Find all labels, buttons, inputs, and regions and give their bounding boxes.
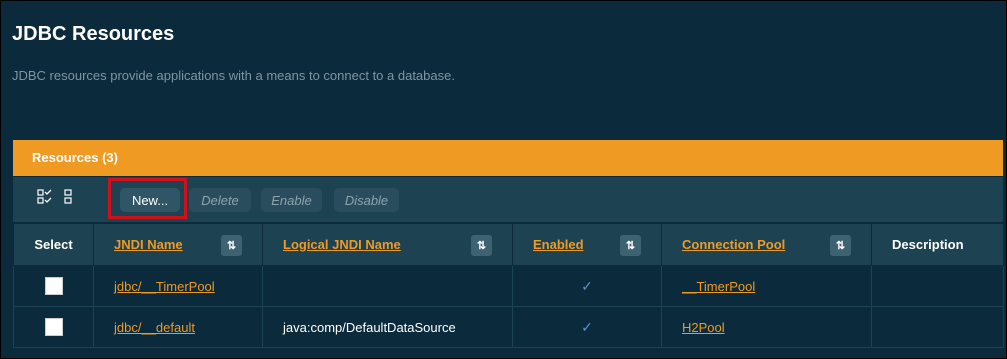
column-header-select: Select — [13, 223, 94, 266]
sort-icon[interactable]: ⇅ — [830, 235, 851, 256]
enabled-check-icon: ✓ — [581, 318, 593, 335]
resources-table: Select JNDI Name ⇅ Logical JNDI Name ⇅ E… — [13, 223, 1004, 348]
deselect-all-icon[interactable] — [61, 189, 77, 205]
sort-link-enabled[interactable]: Enabled — [533, 237, 584, 252]
resources-panel-title: Resources (3) — [32, 150, 118, 165]
column-header-logical-jndi-name[interactable]: Logical JNDI Name ⇅ — [262, 223, 513, 266]
table-toolbar: New... Delete Enable Disable — [13, 177, 1003, 222]
enabled-cell: ✓ — [512, 265, 662, 307]
page-description: JDBC resources provide applications with… — [12, 68, 455, 83]
page-title: JDBC Resources — [12, 23, 175, 45]
sort-icon[interactable]: ⇅ — [221, 235, 242, 256]
select-cell — [13, 265, 94, 307]
disable-button[interactable]: Disable — [334, 188, 399, 212]
description-cell — [871, 306, 1004, 348]
column-header-description: Description — [871, 223, 1004, 266]
column-header-jndi-name[interactable]: JNDI Name ⇅ — [93, 223, 263, 266]
enabled-check-icon: ✓ — [581, 277, 593, 294]
enable-button[interactable]: Enable — [261, 188, 322, 212]
logical-jndi-name-cell — [262, 265, 513, 307]
column-header-enabled[interactable]: Enabled ⇅ — [512, 223, 662, 266]
resources-panel-header: Resources (3) — [13, 140, 1003, 176]
column-header-connection-pool[interactable]: Connection Pool ⇅ — [661, 223, 872, 266]
connection-pool-cell: __TimerPool — [661, 265, 872, 307]
jndi-name-link[interactable]: jdbc/__default — [114, 320, 195, 335]
sort-icon[interactable]: ⇅ — [620, 235, 641, 256]
table-row: jdbc/__TimerPool ✓ __TimerPool — [13, 265, 1004, 307]
table-header-row: Select JNDI Name ⇅ Logical JNDI Name ⇅ E… — [13, 223, 1004, 266]
delete-button[interactable]: Delete — [189, 188, 251, 212]
select-cell — [13, 306, 94, 348]
jndi-name-cell: jdbc/__default — [93, 306, 263, 348]
sort-link-connection-pool[interactable]: Connection Pool — [682, 237, 785, 252]
sort-link-jndi-name[interactable]: JNDI Name — [114, 237, 183, 252]
connection-pool-link[interactable]: __TimerPool — [682, 279, 755, 294]
jndi-name-link[interactable]: jdbc/__TimerPool — [114, 279, 215, 294]
jndi-name-cell: jdbc/__TimerPool — [93, 265, 263, 307]
sort-link-logical-jndi-name[interactable]: Logical JNDI Name — [283, 237, 401, 252]
table-row: jdbc/__default java:comp/DefaultDataSour… — [13, 306, 1004, 348]
connection-pool-cell: H2Pool — [661, 306, 872, 348]
row-checkbox[interactable] — [44, 277, 63, 295]
enabled-cell: ✓ — [512, 306, 662, 348]
new-button[interactable]: New... — [120, 188, 180, 212]
select-all-icon[interactable] — [37, 189, 53, 205]
connection-pool-link[interactable]: H2Pool — [682, 320, 725, 335]
logical-jndi-name-cell: java:comp/DefaultDataSource — [262, 306, 513, 348]
sort-icon[interactable]: ⇅ — [471, 235, 492, 256]
description-cell — [871, 265, 1004, 307]
row-checkbox[interactable] — [44, 318, 63, 336]
